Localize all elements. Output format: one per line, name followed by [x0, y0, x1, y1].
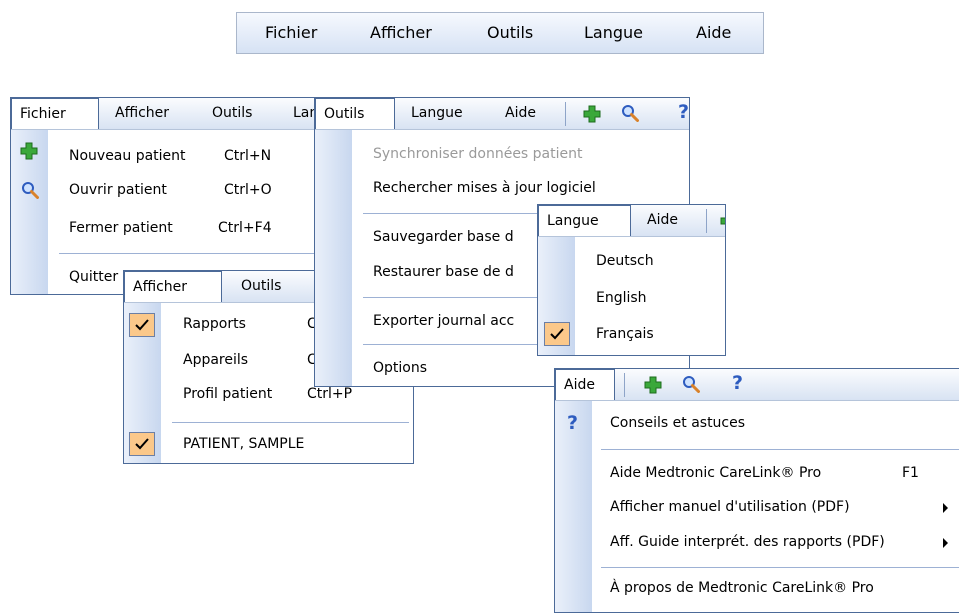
menubar-fichier-active[interactable]: Fichier — [11, 98, 99, 129]
menu-item-rechercher-mises-a-jour[interactable]: Rechercher mises à jour logiciel — [373, 180, 596, 196]
menu-item-guide-interpret[interactable]: Aff. Guide interprét. des rapports (PDF) — [610, 534, 885, 550]
shortcut-aide-carelink: F1 — [902, 465, 919, 481]
menubar-langue-active[interactable]: Langue — [538, 205, 631, 236]
menubar-outils[interactable]: Outils — [212, 105, 252, 121]
menu-item-exporter-journal[interactable]: Exporter journal acc — [373, 313, 514, 329]
checkmark-icon — [129, 313, 155, 337]
menubar-afficher[interactable]: Afficher — [115, 105, 169, 121]
menubar-outils[interactable]: Outils — [241, 278, 281, 294]
menu-item-ouvrir-patient[interactable]: Ouvrir patient — [69, 182, 167, 198]
menu-item-profil-patient[interactable]: Profil patient — [183, 386, 272, 402]
checkmark-icon — [129, 432, 155, 456]
menubar-fichier-label: Fichier — [20, 106, 66, 122]
separator — [601, 567, 959, 568]
menubar-aide-label: Aide — [564, 377, 595, 393]
menu-item-afficher-manuel[interactable]: Afficher manuel d'utilisation (PDF) — [610, 499, 850, 515]
toolbar-separator — [624, 373, 625, 397]
menu-item-sauvegarder[interactable]: Sauvegarder base d — [373, 229, 514, 245]
menubar-outils-active[interactable]: Outils — [315, 98, 395, 129]
toolbar-separator — [706, 209, 707, 233]
magnifier-icon[interactable] — [621, 104, 639, 122]
menu-langue[interactable]: Langue — [584, 23, 643, 42]
separator — [601, 449, 959, 450]
shortcut-ouvrir-patient: Ctrl+O — [224, 182, 272, 198]
menu-item-appareils[interactable]: Appareils — [183, 352, 248, 368]
plus-icon[interactable] — [720, 212, 726, 230]
langue-menu-panel: Aide Langue Deutsch English Français — [537, 204, 726, 356]
menu-item-options[interactable]: Options — [373, 360, 427, 376]
menubar-langue-label: Langue — [547, 213, 599, 229]
magnifier-icon[interactable] — [682, 375, 700, 393]
menu-fichier[interactable]: Fichier — [265, 23, 317, 42]
aide-menu-panel: ? Aide ? Conseils et astuces Aide Medtro… — [554, 368, 959, 613]
menu-item-deutsch[interactable]: Deutsch — [596, 253, 654, 269]
submenu-arrow-icon — [943, 538, 948, 548]
submenu-arrow-icon — [943, 503, 948, 513]
question-icon: ? — [567, 412, 579, 434]
menu-item-aide-carelink[interactable]: Aide Medtronic CareLink® Pro — [610, 465, 821, 481]
shortcut-nouveau-patient: Ctrl+N — [224, 148, 272, 164]
shortcut-profil-patient: Ctrl+P — [307, 386, 353, 402]
menu-item-restaurer[interactable]: Restaurer base de d — [373, 264, 514, 280]
menubar-afficher-active[interactable]: Afficher — [124, 271, 222, 302]
menu-item-rapports[interactable]: Rapports — [183, 316, 246, 332]
menu-item-synchroniser: Synchroniser données patient — [373, 146, 583, 162]
plus-icon — [20, 142, 38, 160]
menu-item-nouveau-patient[interactable]: Nouveau patient — [69, 148, 186, 164]
menu-item-a-propos[interactable]: À propos de Medtronic CareLink® Pro — [610, 580, 874, 596]
shortcut-fermer-patient: Ctrl+F4 — [218, 220, 272, 236]
menu-item-english[interactable]: English — [596, 290, 647, 306]
menubar-aide[interactable]: Aide — [505, 105, 536, 121]
aide-menubar: ? — [555, 369, 959, 401]
menu-outils[interactable]: Outils — [487, 23, 533, 42]
menu-afficher[interactable]: Afficher — [370, 23, 432, 42]
checkmark-icon — [544, 322, 570, 346]
menubar-langue[interactable]: Langue — [411, 105, 463, 121]
toolbar-separator — [565, 102, 566, 126]
menu-item-quitter[interactable]: Quitter — [69, 269, 118, 285]
question-icon[interactable]: ? — [732, 372, 743, 394]
menu-aide[interactable]: Aide — [696, 23, 731, 42]
menu-item-patient-sample[interactable]: PATIENT, SAMPLE — [183, 436, 304, 452]
separator — [172, 422, 409, 423]
menu-item-francais[interactable]: Français — [596, 326, 654, 342]
menubar-outils-label: Outils — [324, 106, 365, 122]
separator — [59, 253, 323, 254]
magnifier-icon — [22, 182, 39, 199]
menubar-afficher-label: Afficher — [133, 279, 188, 295]
menubar-aide[interactable]: Aide — [647, 212, 678, 228]
plus-icon[interactable] — [644, 376, 662, 394]
main-menu-bar: Fichier Afficher Outils Langue Aide — [236, 12, 764, 54]
question-icon[interactable]: ? — [678, 101, 689, 123]
fichier-menu-panel: Afficher Outils Lan Fichier Nouveau pati… — [10, 97, 330, 295]
plus-icon[interactable] — [583, 105, 601, 123]
outils-gutter — [315, 130, 352, 386]
menubar-aide-active[interactable]: Aide — [555, 369, 615, 400]
menu-item-conseils-astuces[interactable]: Conseils et astuces — [610, 415, 745, 431]
menu-item-fermer-patient[interactable]: Fermer patient — [69, 220, 173, 236]
